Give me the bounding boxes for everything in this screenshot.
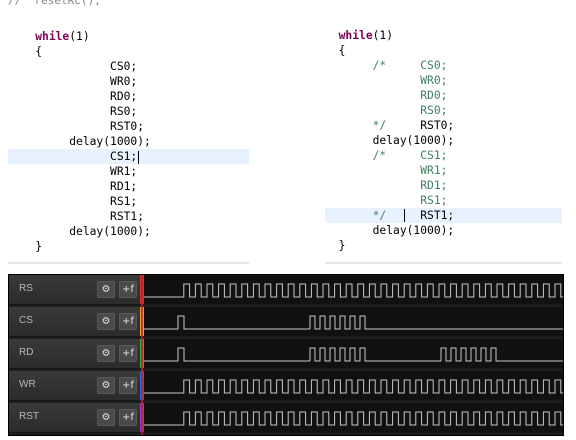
code-line[interactable]: } <box>8 239 249 254</box>
channel-header[interactable]: CS ⚙ +f <box>9 307 140 337</box>
code-line[interactable]: WR0; <box>325 73 562 88</box>
code-line[interactable]: WR1; <box>325 163 562 178</box>
code-line[interactable]: CS0; <box>8 59 249 74</box>
channel-header[interactable]: RST ⚙ +f <box>9 403 140 433</box>
gear-icon[interactable]: ⚙ <box>97 345 115 362</box>
waveform-trace[interactable] <box>144 275 563 305</box>
code-line[interactable]: RS1; <box>8 194 249 209</box>
channel-header[interactable]: RS ⚙ +f <box>9 275 140 305</box>
code-line[interactable]: delay(1000); <box>8 224 249 239</box>
trigger-icon[interactable]: +f <box>119 313 137 330</box>
channel-row-rd: RD ⚙ +f <box>9 339 563 369</box>
time-cursor[interactable] <box>141 275 143 435</box>
gear-icon[interactable]: ⚙ <box>97 313 115 330</box>
channel-name: RS <box>19 283 33 294</box>
signal-path <box>144 411 563 426</box>
right-code-editor[interactable]: while(1) { /* CS0; WR0; RD0; RS0; */ RST… <box>325 0 562 264</box>
signal-path <box>144 315 563 330</box>
channel-name: RD <box>19 347 34 358</box>
channel-name: CS <box>19 315 33 326</box>
signal-path <box>144 347 563 362</box>
code-line[interactable]: RST1; <box>8 209 249 224</box>
waveform-trace[interactable] <box>144 371 563 401</box>
waveform-trace[interactable] <box>144 339 563 369</box>
code-line[interactable]: RD0; <box>325 88 562 103</box>
code-line[interactable]: { <box>8 44 249 59</box>
waveform <box>144 411 563 426</box>
code-line[interactable]: */ RST0; <box>325 118 562 133</box>
code-line[interactable]: */ RST1; <box>325 208 562 223</box>
code-line[interactable]: RS0; <box>8 104 249 119</box>
channel-row-cs: CS ⚙ +f <box>9 307 563 337</box>
channel-row-wr: WR ⚙ +f <box>9 371 563 401</box>
code-line[interactable]: delay(1000); <box>325 133 562 148</box>
code-fragment-top: // resetRC(); <box>8 0 101 7</box>
code-line[interactable]: delay(1000); <box>8 134 249 149</box>
code-line[interactable]: while(1) <box>8 29 249 44</box>
channel-row-rs: RS ⚙ +f <box>9 275 563 305</box>
trigger-icon[interactable]: +f <box>119 345 137 362</box>
signal-path <box>144 283 563 298</box>
code-line[interactable]: } <box>325 238 562 253</box>
signal-path <box>144 379 563 394</box>
code-line[interactable]: WR0; <box>8 74 249 89</box>
waveform-trace[interactable] <box>144 307 563 337</box>
waveform <box>144 347 563 362</box>
channel-header[interactable]: WR ⚙ +f <box>9 371 140 401</box>
logic-analyzer-panel: RS ⚙ +f CS ⚙ +f RD ⚙ +f WR ⚙ +f RST ⚙ +f <box>8 274 564 436</box>
channel-row-rst: RST ⚙ +f <box>9 403 563 433</box>
channel-header[interactable]: RD ⚙ +f <box>9 339 140 369</box>
gear-icon[interactable]: ⚙ <box>97 377 115 394</box>
code-line[interactable]: /* CS0; <box>325 58 562 73</box>
code-line[interactable]: while(1) <box>325 28 562 43</box>
code-line[interactable]: RST0; <box>8 119 249 134</box>
trigger-icon[interactable]: +f <box>119 409 137 426</box>
code-line[interactable]: RD1; <box>8 179 249 194</box>
trigger-icon[interactable]: +f <box>119 281 137 298</box>
code-line[interactable]: delay(1000); <box>325 223 562 238</box>
code-line[interactable]: { <box>325 43 562 58</box>
code-line[interactable]: RD1; <box>325 178 562 193</box>
waveform <box>144 379 563 394</box>
code-line[interactable]: WR1; <box>8 164 249 179</box>
waveform <box>144 315 563 330</box>
code-line[interactable]: RD0; <box>8 89 249 104</box>
code-line[interactable]: CS1; <box>8 149 249 164</box>
left-code-editor[interactable]: // resetRC(); while(1) { CS0; WR0; RD0; … <box>8 0 249 264</box>
channel-name: RST <box>19 411 39 422</box>
trigger-icon[interactable]: +f <box>119 377 137 394</box>
gear-icon[interactable]: ⚙ <box>97 409 115 426</box>
code-line[interactable]: RS1; <box>325 193 562 208</box>
channel-name: WR <box>19 379 36 390</box>
waveform <box>144 283 563 298</box>
waveform-trace[interactable] <box>144 403 563 433</box>
text-caret <box>404 209 405 222</box>
code-line[interactable]: /* CS1; <box>325 148 562 163</box>
gear-icon[interactable]: ⚙ <box>97 281 115 298</box>
code-line[interactable]: RS0; <box>325 103 562 118</box>
